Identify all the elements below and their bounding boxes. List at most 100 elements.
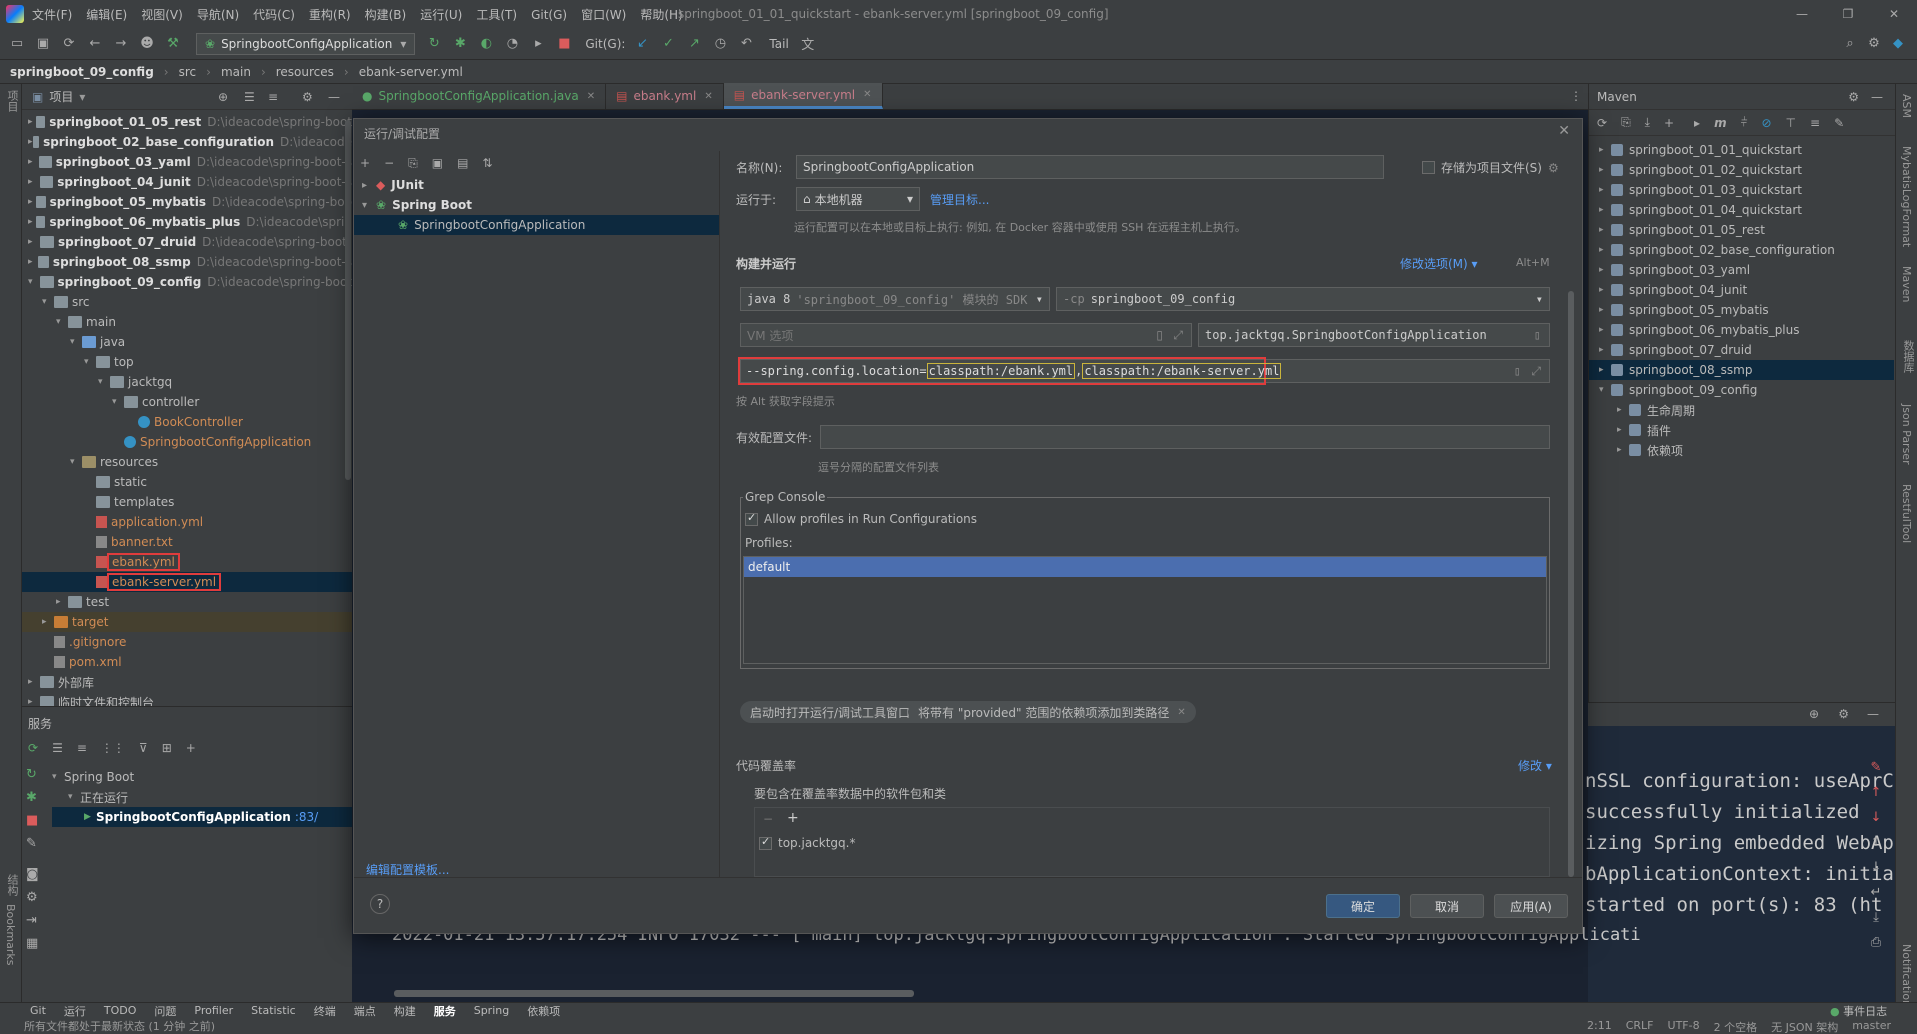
chevron-right-icon[interactable]: ▸: [1617, 445, 1629, 455]
services-tree-item[interactable]: ▾ Spring Boot: [52, 767, 352, 787]
tool-window-button[interactable]: 服务: [434, 1003, 456, 1019]
profile-icon[interactable]: ◔: [501, 33, 523, 55]
project-tree-item[interactable]: ▸ springboot_03_yaml D:\ideacode\spring-bo…: [22, 152, 352, 172]
chevron-right-icon[interactable]: ▸: [1599, 345, 1611, 355]
debug-icon[interactable]: ✱: [449, 33, 471, 55]
chevron-right-icon[interactable]: ▸: [1617, 405, 1629, 415]
expand-field-icon[interactable]: ▯: [1156, 328, 1163, 342]
project-tree-item[interactable]: application.yml: [22, 512, 352, 532]
translate-icon[interactable]: 文: [797, 33, 819, 55]
move-folder-icon[interactable]: ▤: [457, 156, 468, 170]
close-tab-icon[interactable]: ✕: [863, 89, 871, 100]
menu-item[interactable]: 重构(R): [309, 8, 351, 22]
project-tree-item[interactable]: ▸ springboot_07_druid D:\ideacode\spring-b…: [22, 232, 352, 252]
services-tree-item[interactable]: ▾ 正在运行: [52, 787, 352, 807]
menu-item[interactable]: 代码(C): [253, 8, 295, 22]
locate-icon[interactable]: ⊕: [218, 90, 228, 104]
git-history-icon[interactable]: ◷: [709, 33, 731, 55]
chevron-right-icon[interactable]: ▸: [1617, 425, 1629, 435]
menu-item[interactable]: 工具(T): [476, 8, 517, 22]
menu-item[interactable]: Git(G): [531, 8, 567, 22]
structure-tool-tab[interactable]: 结构: [4, 874, 20, 896]
git-commit-icon[interactable]: ✓: [657, 33, 679, 55]
tool-window-button[interactable]: 依赖项: [527, 1003, 560, 1019]
menu-item[interactable]: 视图(V): [141, 8, 183, 22]
jdk-select[interactable]: java 8 'springboot_09_config' 模块的 SDK ▾: [740, 287, 1050, 311]
status-widget[interactable]: 2 个空格: [1714, 1019, 1758, 1034]
bookmarks-tool-tab[interactable]: Bookmarks: [4, 904, 17, 965]
chevron-right-icon[interactable]: ▸: [1599, 225, 1611, 235]
chevron-down-icon[interactable]: ▾: [112, 397, 124, 407]
chevron-right-icon[interactable]: ▸: [1599, 185, 1611, 195]
open-icon[interactable]: ▭: [6, 33, 28, 55]
coverage-pattern-checkbox[interactable]: [759, 835, 772, 850]
remove-chip-icon[interactable]: ✕: [1177, 707, 1185, 718]
tool-window-button[interactable]: 问题: [154, 1003, 176, 1019]
chevron-right-icon[interactable]: ▸: [28, 177, 40, 187]
provided-scope-chip[interactable]: 将带有 "provided" 范围的依赖项添加到类路径 ✕: [908, 701, 1196, 723]
expand-all-icon[interactable]: ☰: [52, 741, 63, 755]
settings-icon[interactable]: ⚙: [26, 890, 39, 905]
status-widget[interactable]: UTF-8: [1668, 1019, 1700, 1034]
search-icon[interactable]: ⌕: [1839, 33, 1861, 55]
project-tree-item[interactable]: templates: [22, 492, 352, 512]
expand-all-icon[interactable]: ☰: [244, 90, 255, 104]
add-icon[interactable]: +: [186, 741, 196, 755]
tool-window-button[interactable]: 构建: [394, 1003, 416, 1019]
maven-tree-item[interactable]: ▸ springboot_07_druid: [1589, 340, 1894, 360]
browse-icon[interactable]: ▯: [1534, 328, 1541, 342]
maximize-field-icon[interactable]: ⤢: [1531, 364, 1541, 379]
chevron-right-icon[interactable]: ▸: [1599, 165, 1611, 175]
menu-item[interactable]: 运行(U): [420, 8, 462, 22]
chevron-right-icon[interactable]: ▸: [1599, 265, 1611, 275]
down-stack-icon[interactable]: ↓: [1871, 810, 1882, 825]
project-panel-title[interactable]: 项目: [49, 88, 73, 105]
more-tabs-icon[interactable]: ⋮: [1570, 89, 1582, 103]
project-tree-item[interactable]: ▾ src: [22, 292, 352, 312]
user-icon[interactable]: ☻: [136, 33, 158, 55]
sync-icon[interactable]: ⟳: [58, 33, 80, 55]
right-tool-tab[interactable]: Maven: [1900, 266, 1913, 302]
chevron-right-icon[interactable]: ▸: [1599, 205, 1611, 215]
project-tree-item[interactable]: ebank.yml: [22, 552, 352, 572]
reload-icon[interactable]: ⟳: [1597, 116, 1607, 130]
chevron-right-icon[interactable]: ▸: [1599, 245, 1611, 255]
stop-icon[interactable]: ■: [26, 813, 39, 828]
minimize-panel-icon[interactable]: —: [1867, 707, 1879, 721]
group-icon[interactable]: ⋮⋮: [101, 741, 125, 755]
run-icon[interactable]: ▸: [1694, 116, 1700, 130]
maven-tree-item[interactable]: ▸ springboot_01_05_rest: [1589, 220, 1894, 240]
main-class-input[interactable]: top.jacktgq.SpringbootConfigApplication …: [1198, 323, 1550, 347]
project-tree-item[interactable]: BookController: [22, 412, 352, 432]
config-tree-item[interactable]: ▸ ◆ JUnit: [354, 175, 719, 195]
scroll-up-icon[interactable]: ↑: [1871, 835, 1882, 850]
tool-window-button[interactable]: Spring: [474, 1004, 510, 1017]
form-scrollbar[interactable]: [1568, 291, 1574, 877]
show-dependencies-icon[interactable]: ⊤: [1786, 116, 1796, 130]
add-icon[interactable]: +: [787, 810, 799, 826]
project-tree-item[interactable]: ▸ test: [22, 592, 352, 612]
breadcrumb-item[interactable]: main: [221, 65, 251, 79]
chevron-right-icon[interactable]: ▸: [28, 237, 40, 247]
status-widget[interactable]: 无 JSON 架构: [1771, 1019, 1838, 1034]
editor-tab[interactable]: ● SpringbootConfigApplication.java ✕: [352, 83, 607, 109]
right-tool-tab[interactable]: MybatisLogFormat: [1900, 146, 1913, 247]
expand-field-icon[interactable]: ▯: [1514, 364, 1521, 378]
forward-icon[interactable]: →: [110, 33, 132, 55]
chevron-right-icon[interactable]: ▸: [28, 157, 39, 167]
maven-tree-item[interactable]: ▸ springboot_08_ssmp: [1589, 360, 1894, 380]
debug-icon[interactable]: ✱: [26, 790, 39, 805]
minimize-icon[interactable]: —: [1779, 0, 1825, 28]
project-tree-item[interactable]: pom.xml: [22, 652, 352, 672]
maven-tree-item[interactable]: ▸ 依赖项: [1589, 440, 1894, 460]
active-profiles-input[interactable]: [820, 425, 1550, 449]
editor-tab[interactable]: ▤ ebank.yml ✕: [606, 83, 724, 109]
chevron-right-icon[interactable]: ▸: [1599, 285, 1611, 295]
add-icon[interactable]: +: [1664, 116, 1674, 130]
refresh-icon[interactable]: ⟳: [28, 741, 38, 755]
tool-window-button[interactable]: 端点: [354, 1003, 376, 1019]
project-tree-item[interactable]: ▸ springboot_08_ssmp D:\ideacode\spring-bo…: [22, 252, 352, 272]
restore-icon[interactable]: ❐: [1825, 0, 1871, 28]
name-input[interactable]: SpringbootConfigApplication: [796, 155, 1384, 179]
maven-tree-item[interactable]: ▸ 插件: [1589, 420, 1894, 440]
